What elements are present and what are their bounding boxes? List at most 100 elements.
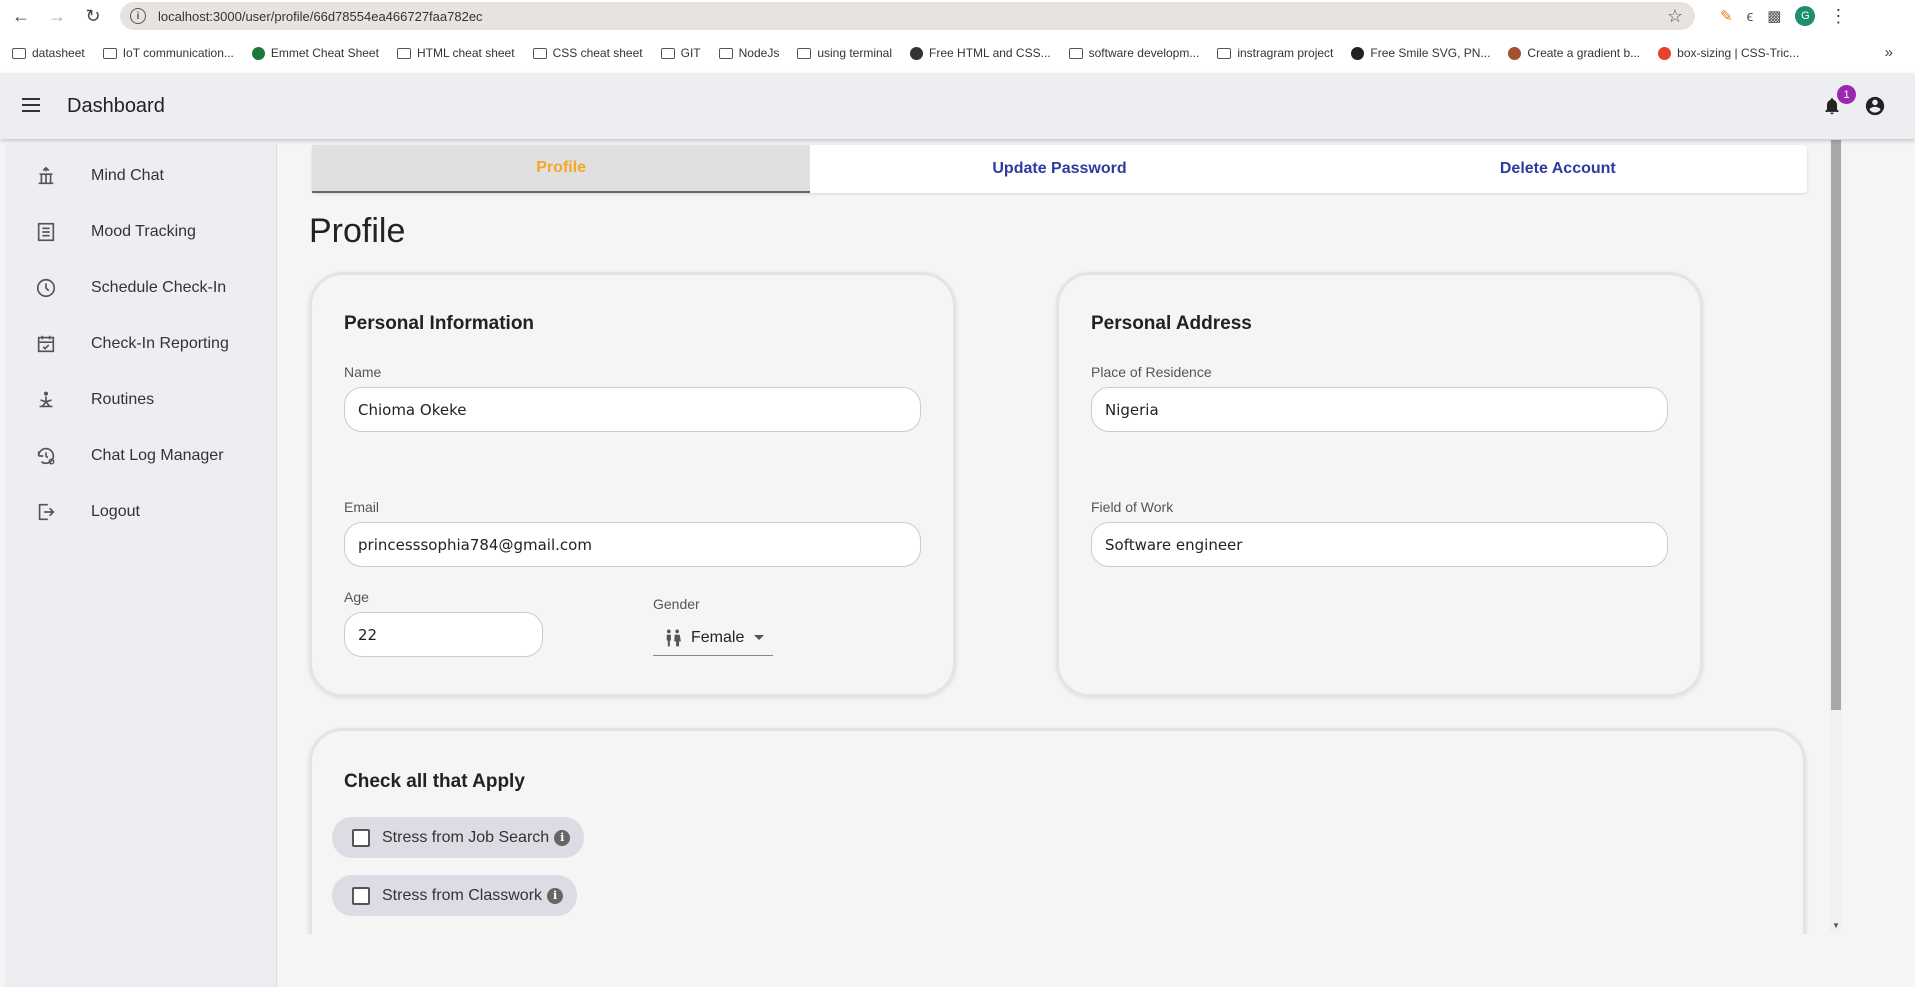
bookmark-item[interactable]: instragram project bbox=[1217, 46, 1333, 60]
sidebar-item-check-in-reporting[interactable]: Check-In Reporting bbox=[5, 318, 277, 370]
gender-value: Female bbox=[691, 628, 745, 646]
folder-icon bbox=[532, 47, 547, 59]
sidebar-item-mood-tracking[interactable]: Mood Tracking bbox=[5, 206, 277, 258]
folder-icon bbox=[718, 47, 733, 59]
bookmark-item[interactable]: box-sizing | CSS-Tric... bbox=[1658, 46, 1799, 60]
bookmark-item[interactable]: GIT bbox=[660, 46, 701, 60]
history-settings-icon bbox=[37, 447, 55, 465]
bookmark-item[interactable]: CSS cheat sheet bbox=[532, 46, 643, 60]
info-icon[interactable]: i bbox=[547, 887, 564, 904]
email-label: Email bbox=[344, 499, 380, 515]
site-favicon-icon bbox=[1351, 46, 1365, 60]
sidebar-item-logout[interactable]: Logout bbox=[5, 486, 277, 538]
folder-icon bbox=[102, 47, 117, 59]
puzzle-extensions-icon[interactable]: ▩ bbox=[1767, 7, 1781, 25]
checkbox-label: Stress from Job Search bbox=[382, 828, 550, 846]
tab-update-password[interactable]: Update Password bbox=[810, 145, 1308, 193]
sidebar-item-label: Chat Log Manager bbox=[91, 447, 224, 464]
folder-icon bbox=[396, 47, 411, 59]
age-input[interactable]: 22 bbox=[344, 612, 543, 657]
extension-c-icon[interactable]: ϵ bbox=[1747, 8, 1754, 25]
bookmark-item[interactable]: software developm... bbox=[1068, 46, 1200, 60]
site-favicon-icon bbox=[1658, 46, 1672, 60]
name-input[interactable]: Chioma Okeke bbox=[344, 387, 921, 432]
bookmark-label: using terminal bbox=[817, 46, 893, 60]
address-bar[interactable]: i localhost:3000/user/profile/66d78554ea… bbox=[120, 2, 1695, 30]
account-circle-icon[interactable] bbox=[1864, 95, 1886, 117]
bookmark-item[interactable]: NodeJs bbox=[718, 46, 780, 60]
browser-chrome: ← → ↻ i localhost:3000/user/profile/66d7… bbox=[0, 0, 1915, 73]
bookmark-label: GIT bbox=[680, 46, 701, 60]
bookmark-item[interactable]: using terminal bbox=[797, 46, 892, 60]
logout-icon bbox=[38, 503, 55, 521]
bookmark-label: CSS cheat sheet bbox=[552, 46, 643, 60]
personal-address-card: Personal Address Place of Residence Nige… bbox=[1056, 272, 1703, 697]
bookmark-label: IoT communication... bbox=[122, 46, 234, 60]
sidebar-item-schedule-check-in[interactable]: Schedule Check-In bbox=[5, 262, 277, 314]
sidebar-item-label: Logout bbox=[91, 503, 140, 520]
personal-information-card: Personal Information Name Chioma Okeke E… bbox=[309, 272, 956, 697]
extensions-area: ✎ ϵ ▩ G ⋮ bbox=[1720, 0, 1847, 32]
bookmark-label: Free HTML and CSS... bbox=[929, 46, 1051, 60]
tab-profile[interactable]: Profile bbox=[312, 145, 811, 193]
profile-tabs: Profile Update Password Delete Account bbox=[312, 145, 1807, 193]
field-of-work-input[interactable]: Software engineer bbox=[1091, 522, 1668, 567]
bookmark-item[interactable]: HTML cheat sheet bbox=[396, 46, 515, 60]
chat-network-icon bbox=[38, 166, 54, 185]
bookmark-star-icon[interactable]: ☆ bbox=[1667, 6, 1683, 27]
profile-avatar[interactable]: G bbox=[1795, 6, 1816, 26]
residence-label: Place of Residence bbox=[1091, 364, 1212, 380]
scroll-down-arrow-icon[interactable]: ▼ bbox=[1832, 921, 1840, 930]
checkbox[interactable] bbox=[352, 828, 370, 847]
bookmark-item[interactable]: Emmet Cheat Sheet bbox=[251, 46, 379, 60]
bookmarks-bar: datasheet IoT communication... Emmet Cheat… bbox=[0, 40, 1915, 66]
gender-label: Gender bbox=[653, 596, 700, 612]
personal-address-heading: Personal Address bbox=[1091, 313, 1252, 334]
email-input[interactable]: princesssophia784@gmail.com bbox=[344, 522, 921, 567]
bookmark-item[interactable]: IoT communication... bbox=[102, 46, 234, 60]
chevron-down-icon bbox=[754, 635, 765, 640]
scrollbar-thumb[interactable] bbox=[1831, 140, 1841, 710]
back-icon[interactable]: ← bbox=[4, 0, 38, 32]
gender-select[interactable]: Female bbox=[653, 620, 773, 656]
url-text[interactable]: localhost:3000/user/profile/66d78554ea46… bbox=[158, 9, 483, 24]
sidebar-item-label: Routines bbox=[91, 391, 155, 408]
bookmark-item[interactable]: Free Smile SVG, PN... bbox=[1351, 46, 1490, 60]
hamburger-menu-icon[interactable] bbox=[22, 98, 40, 112]
info-icon[interactable]: i bbox=[554, 829, 571, 846]
bookmark-label: NodeJs bbox=[738, 46, 780, 60]
sidebar-item-chat-log-manager[interactable]: Chat Log Manager bbox=[5, 430, 277, 482]
checkbox-label: Stress from Classwork bbox=[382, 886, 543, 904]
reload-icon[interactable]: ↻ bbox=[76, 0, 110, 32]
pen-extension-icon[interactable]: ✎ bbox=[1720, 7, 1733, 25]
sidebar-item-mind-chat[interactable]: Mind Chat bbox=[5, 150, 277, 202]
bookmark-item[interactable]: Create a gradient b... bbox=[1508, 46, 1640, 60]
bookmark-label: Free Smile SVG, PN... bbox=[1370, 46, 1491, 60]
bookmark-item[interactable]: datasheet bbox=[12, 46, 85, 60]
bookmark-label: Emmet Cheat Sheet bbox=[270, 46, 379, 60]
bookmark-label: software developm... bbox=[1088, 46, 1200, 60]
folder-icon bbox=[797, 47, 812, 59]
personal-information-heading: Personal Information bbox=[344, 313, 535, 334]
site-info-icon[interactable]: i bbox=[130, 8, 146, 24]
checkbox-stress-job-search[interactable]: Stress from Job Search i bbox=[332, 817, 584, 858]
folder-icon bbox=[12, 47, 26, 59]
forward-icon[interactable]: → bbox=[40, 0, 74, 32]
app-title: Dashboard bbox=[67, 95, 165, 117]
folder-icon bbox=[1068, 47, 1083, 59]
tab-delete-account[interactable]: Delete Account bbox=[1309, 145, 1807, 193]
residence-input[interactable]: Nigeria bbox=[1091, 387, 1668, 432]
checkbox-stress-classwork[interactable]: Stress from Classwork i bbox=[332, 875, 577, 916]
bookmark-item[interactable]: Free HTML and CSS... bbox=[910, 46, 1051, 60]
bookmark-label: datasheet bbox=[32, 46, 85, 60]
sidebar-item-routines[interactable]: Routines bbox=[5, 374, 277, 426]
people-icon bbox=[666, 629, 681, 646]
page-title: Profile bbox=[309, 212, 406, 250]
address-row: ← → ↻ i localhost:3000/user/profile/66d7… bbox=[0, 0, 1915, 32]
more-bookmarks-icon[interactable]: » bbox=[1885, 44, 1893, 61]
main-scrollbar[interactable]: ▼ bbox=[1829, 140, 1842, 932]
app-bar: Dashboard 1 bbox=[0, 73, 1915, 139]
main-content: Profile Update Password Delete Account P… bbox=[285, 144, 1840, 934]
browser-menu-icon[interactable]: ⋮ bbox=[1829, 6, 1847, 27]
checkbox[interactable] bbox=[352, 886, 370, 905]
